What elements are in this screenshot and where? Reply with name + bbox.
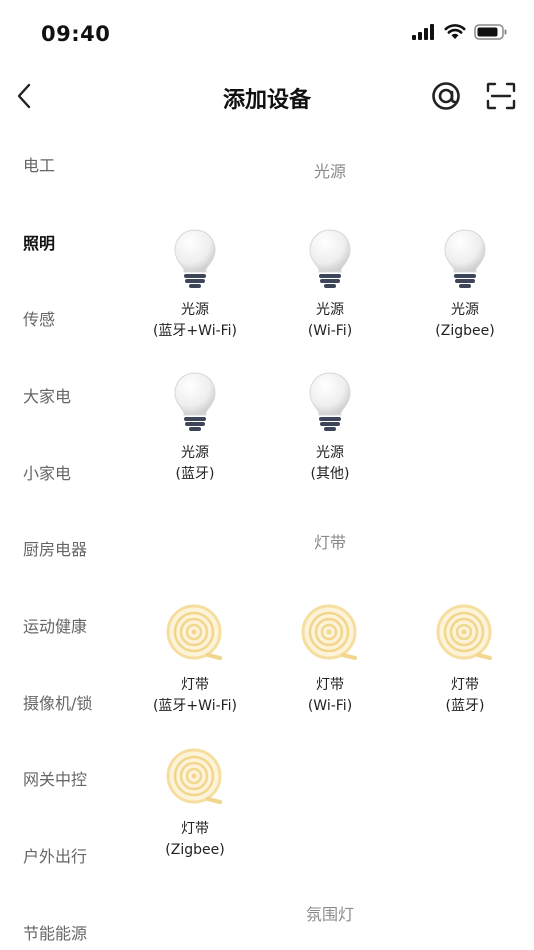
- sidebar-item-lighting[interactable]: 照明: [23, 230, 55, 254]
- sidebar-item-outdoor[interactable]: 户外出行: [23, 843, 87, 867]
- bulb-icon: [443, 228, 487, 294]
- device-protocol: (Wi-Fi): [307, 323, 353, 339]
- cellular-signal-icon: [412, 24, 436, 44]
- sidebar-item-fitness[interactable]: 运动健康: [23, 613, 87, 637]
- device-protocol: (蓝牙): [445, 698, 485, 714]
- light-strip-icon: [301, 603, 359, 669]
- sidebar-item-electrician[interactable]: 电工: [23, 152, 55, 176]
- device-protocol: (Zigbee): [165, 842, 225, 858]
- sidebar-item-energy[interactable]: 节能能源: [23, 920, 87, 944]
- sidebar-item-kitchen[interactable]: 厨房电器: [23, 536, 87, 560]
- device-protocol: (蓝牙+Wi-Fi): [152, 323, 238, 339]
- device-light-source-zigbee[interactable]: 光源 (Zigbee): [400, 228, 530, 342]
- sidebar-item-major-appliance[interactable]: 大家电: [23, 383, 71, 407]
- mention-button[interactable]: [430, 80, 462, 112]
- wifi-icon: [444, 24, 466, 44]
- sidebar-item-gateway[interactable]: 网关中控: [23, 766, 87, 790]
- device-light-strip-ble[interactable]: 灯带 (蓝牙): [400, 603, 530, 717]
- device-name: 灯带: [181, 821, 209, 837]
- nav-bar: 添加设备: [0, 72, 534, 120]
- device-name: 光源: [181, 445, 209, 461]
- sidebar-item-sensor[interactable]: 传感: [23, 306, 55, 330]
- device-light-strip-zigbee[interactable]: 灯带 (Zigbee): [130, 747, 260, 861]
- bulb-icon: [173, 371, 217, 437]
- device-light-strip-ble-wifi[interactable]: 灯带 (蓝牙+Wi-Fi): [130, 603, 260, 717]
- status-icons: [412, 24, 508, 44]
- device-light-strip-wifi[interactable]: 灯带 (Wi-Fi): [265, 603, 395, 717]
- device-protocol: (蓝牙+Wi-Fi): [152, 698, 238, 714]
- device-light-source-ble[interactable]: 光源 (蓝牙): [130, 371, 260, 485]
- device-name: 灯带: [451, 677, 479, 693]
- device-light-source-other[interactable]: 光源 (其他): [265, 371, 395, 485]
- device-name: 灯带: [316, 677, 344, 693]
- device-protocol: (其他): [310, 466, 350, 482]
- device-light-source-ble-wifi[interactable]: 光源 (蓝牙+Wi-Fi): [130, 228, 260, 342]
- device-protocol: (Zigbee): [435, 323, 495, 339]
- light-strip-icon: [166, 603, 224, 669]
- bulb-icon: [308, 371, 352, 437]
- light-strip-icon: [166, 747, 224, 813]
- bulb-icon: [173, 228, 217, 294]
- device-protocol: (Wi-Fi): [307, 698, 353, 714]
- device-name: 光源: [181, 302, 209, 318]
- sidebar-item-camera-lock[interactable]: 摄像机/锁: [23, 690, 92, 714]
- bulb-icon: [308, 228, 352, 294]
- status-time: 09:40: [41, 22, 111, 46]
- device-protocol: (蓝牙): [175, 466, 215, 482]
- sidebar-item-small-appliance[interactable]: 小家电: [23, 460, 71, 484]
- device-name: 灯带: [181, 677, 209, 693]
- status-bar: 09:40: [0, 0, 534, 60]
- light-strip-icon: [436, 603, 494, 669]
- battery-icon: [474, 24, 508, 44]
- section-title-ambient-light: 氛围灯: [305, 905, 354, 924]
- scan-icon: [486, 82, 516, 110]
- device-light-source-wifi[interactable]: 光源 (Wi-Fi): [265, 228, 395, 342]
- device-name: 光源: [451, 302, 479, 318]
- section-title-light-strip: 灯带: [313, 533, 346, 552]
- device-name: 光源: [316, 302, 344, 318]
- section-title-light-source: 光源: [313, 162, 346, 181]
- at-sign-icon: [432, 82, 460, 110]
- scan-button[interactable]: [484, 80, 518, 112]
- device-name: 光源: [316, 445, 344, 461]
